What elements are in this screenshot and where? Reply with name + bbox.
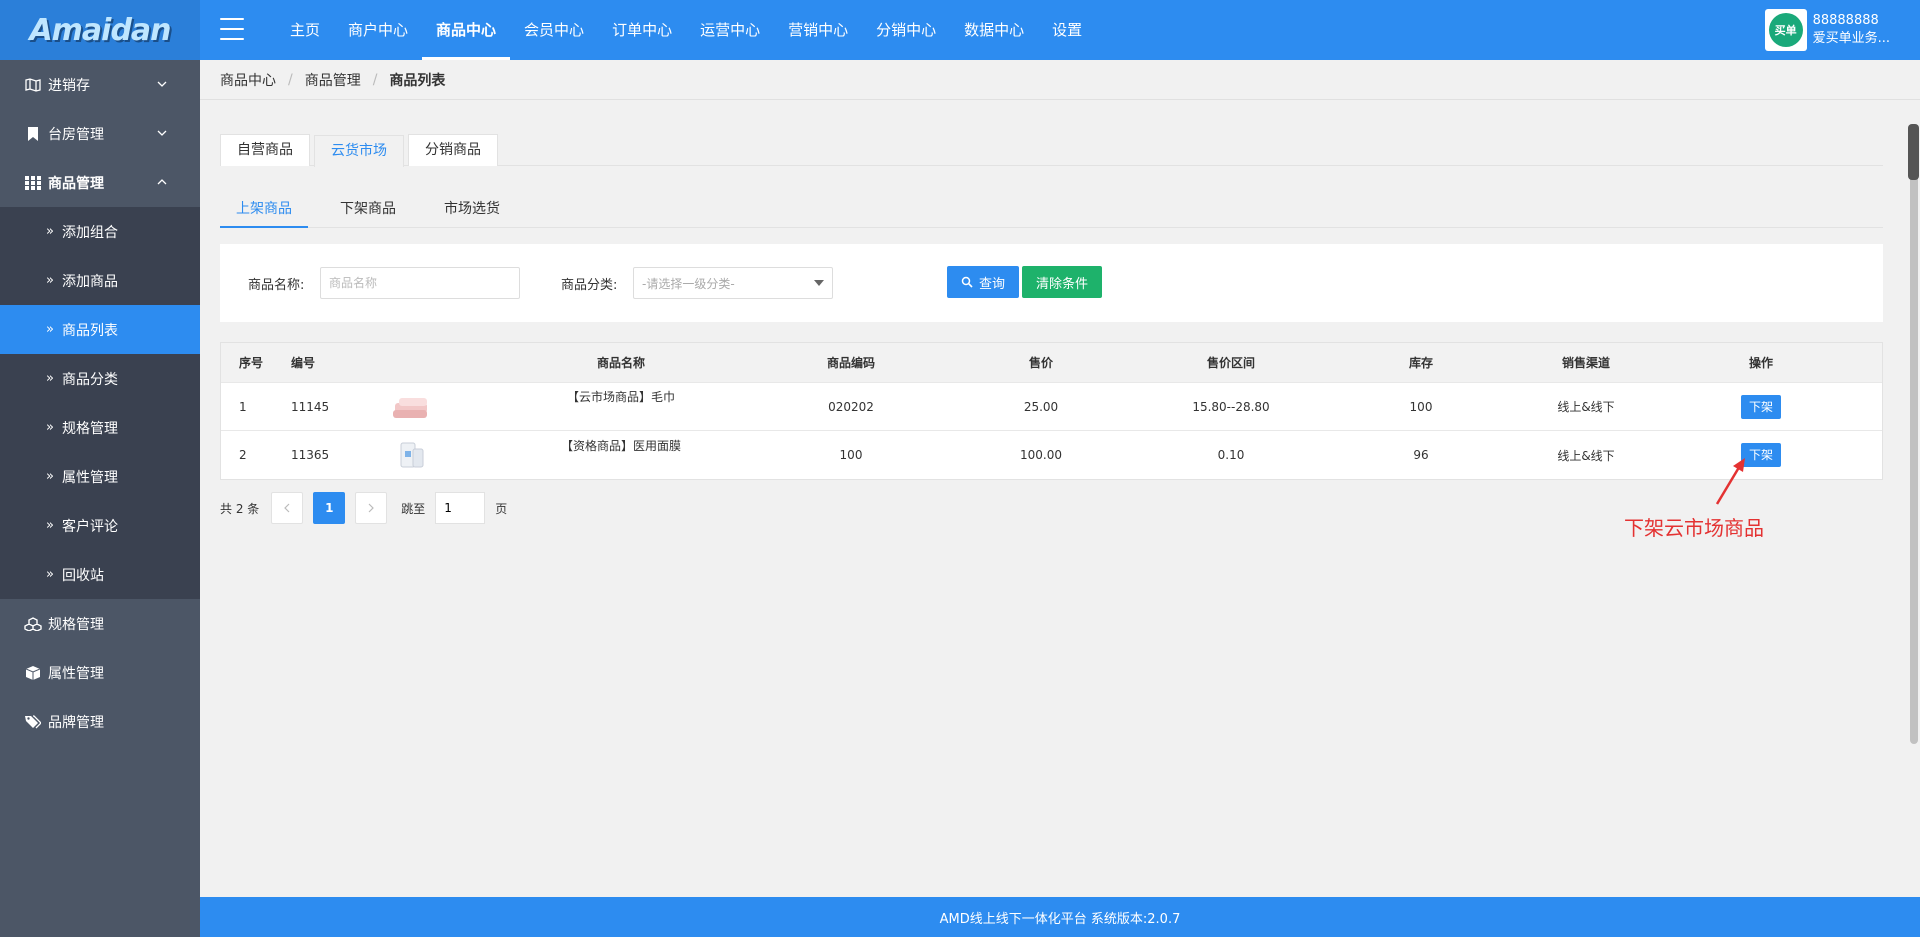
double-chevron-icon: » <box>46 224 54 239</box>
goods-table: 序号 编号 商品名称 商品编码 售价 售价区间 库存 销售渠道 操作 1 111… <box>220 342 1883 480</box>
double-chevron-icon: » <box>46 322 54 337</box>
nav-order[interactable]: 订单中心 <box>598 0 686 60</box>
nav-operation[interactable]: 运营中心 <box>686 0 774 60</box>
double-chevron-icon: » <box>46 273 54 288</box>
caret-down-icon <box>814 280 824 286</box>
sidebar-submenu: » 添加组合 » 添加商品 » 商品列表 » 商品分类 » 规格管理 » 属性管理 » 客户评… <box>0 207 200 599</box>
category-select[interactable]: -请选择一级分类- <box>633 267 833 299</box>
tab-market-select[interactable]: 市场选货 <box>428 190 516 228</box>
sidebar-item-recycle[interactable]: » 回收站 <box>0 550 200 599</box>
tab-on-shelf[interactable]: 上架商品 <box>220 190 308 228</box>
double-chevron-icon: » <box>46 420 54 435</box>
nav-home[interactable]: 主页 <box>276 0 334 60</box>
sidebar-item-room[interactable]: 台房管理 <box>0 109 200 158</box>
filter-panel: 商品名称: 商品分类: -请选择一级分类- 查询 清除条件 <box>220 244 1883 322</box>
nav-marketing[interactable]: 营销中心 <box>774 0 862 60</box>
tags-icon <box>24 713 42 731</box>
nav-data[interactable]: 数据中心 <box>950 0 1038 60</box>
tab-off-shelf[interactable]: 下架商品 <box>324 190 412 228</box>
nav-settings[interactable]: 设置 <box>1038 0 1096 60</box>
main-content: 自营商品 云货市场 分销商品 上架商品 下架商品 市场选货 商品名称: 商品分类… <box>220 134 1883 524</box>
towel-thumbnail[interactable] <box>391 393 431 421</box>
primary-tabs: 自营商品 云货市场 分销商品 <box>220 134 1883 167</box>
map-icon <box>24 76 42 94</box>
sidebar-item-spec-manage[interactable]: » 规格管理 <box>0 403 200 452</box>
table-row: 1 11145 【云市场商品】毛巾 020202 25.00 15.80--28… <box>221 383 1882 431</box>
user-name: 爱买单业务... <box>1812 31 1890 46</box>
jump-page-input[interactable] <box>435 492 486 524</box>
off-shelf-button[interactable]: 下架 <box>1740 394 1781 419</box>
prev-page-button[interactable] <box>271 492 304 524</box>
sidebar-item-attr[interactable]: 属性管理 <box>0 648 200 697</box>
breadcrumb-goods-list: 商品列表 <box>389 72 446 89</box>
breadcrumb-goods-manage[interactable]: 商品管理 <box>305 70 361 90</box>
double-chevron-icon: » <box>46 371 54 386</box>
chevron-down-icon <box>154 125 170 141</box>
tab-cloud-market[interactable]: 云货市场 <box>314 135 404 167</box>
page-number[interactable]: 1 <box>313 492 346 524</box>
table-header: 序号 编号 商品名称 商品编码 售价 售价区间 库存 销售渠道 操作 <box>221 343 1882 383</box>
nav-member[interactable]: 会员中心 <box>510 0 598 60</box>
table-row: 2 11365 【资格商品】医用面膜 100 100.00 0.10 96 线上… <box>221 431 1882 479</box>
double-chevron-icon: » <box>46 567 54 582</box>
tab-distribution-goods[interactable]: 分销商品 <box>408 134 498 166</box>
top-bar: Amaidan 主页 商户中心 商品中心 会员中心 订单中心 运营中心 营销中心… <box>0 0 1920 60</box>
sidebar-item-goods-manage[interactable]: 商品管理 <box>0 158 200 207</box>
chevron-right-icon <box>368 503 375 513</box>
breadcrumb-goods-center[interactable]: 商品中心 <box>220 70 276 90</box>
cube-icon <box>24 664 42 682</box>
sidebar-item-goods-list[interactable]: » 商品列表 <box>0 305 200 354</box>
top-nav: 主页 商户中心 商品中心 会员中心 订单中心 运营中心 营销中心 分销中心 数据… <box>276 0 1096 60</box>
mask-thumbnail[interactable] <box>391 441 431 469</box>
sidebar-item-reviews[interactable]: » 客户评论 <box>0 501 200 550</box>
vertical-scrollbar[interactable] <box>1907 120 1920 897</box>
nav-merchant[interactable]: 商户中心 <box>334 0 422 60</box>
nav-goods[interactable]: 商品中心 <box>422 0 511 60</box>
nav-distribution[interactable]: 分销中心 <box>862 0 950 60</box>
tab-self-goods[interactable]: 自营商品 <box>220 134 310 166</box>
annotation-text: 下架云市场商品 <box>1624 516 1764 540</box>
chevron-left-icon <box>284 503 290 513</box>
footer: AMD线上线下一体化平台 系统版本:2.0.7 <box>200 897 1920 937</box>
user-menu[interactable]: 买单 88888888 爱买单业务... <box>1764 8 1890 52</box>
total-count: 共 2 条 <box>220 501 260 516</box>
sidebar: 进销存 台房管理 商品管理 » 添加组合 » 添加商品 » 商品列表 » 商品分类 » 规… <box>0 60 200 937</box>
secondary-tabs: 上架商品 下架商品 市场选货 <box>220 190 1883 228</box>
name-filter-label: 商品名称: <box>248 278 305 293</box>
goods-name-input[interactable] <box>320 267 520 299</box>
menu-toggle-icon[interactable] <box>220 18 244 40</box>
sidebar-item-inventory[interactable]: 进销存 <box>0 60 200 109</box>
sidebar-item-attr-manage[interactable]: » 属性管理 <box>0 452 200 501</box>
page-suffix: 页 <box>495 501 508 516</box>
clear-filter-button[interactable]: 清除条件 <box>1022 266 1102 298</box>
grid-icon <box>24 174 42 192</box>
sidebar-item-goods-category[interactable]: » 商品分类 <box>0 354 200 403</box>
double-chevron-icon: » <box>46 518 54 533</box>
chevron-down-icon <box>154 76 170 92</box>
user-account: 88888888 <box>1812 13 1879 28</box>
sidebar-item-brand[interactable]: 品牌管理 <box>0 697 200 746</box>
search-button[interactable]: 查询 <box>947 266 1019 298</box>
avatar: 买单 <box>1764 9 1807 51</box>
next-page-button[interactable] <box>355 492 388 524</box>
double-chevron-icon: » <box>46 469 54 484</box>
annotation-arrow-icon <box>1715 458 1745 505</box>
chevron-up-icon <box>154 174 170 190</box>
search-icon <box>961 276 973 288</box>
breadcrumb: 商品中心 / 商品管理 / 商品列表 <box>200 60 1920 100</box>
bookmark-icon <box>24 125 42 143</box>
logo[interactable]: Amaidan <box>0 0 200 60</box>
sidebar-item-add-combo[interactable]: » 添加组合 <box>0 207 200 256</box>
cubes-icon <box>24 615 42 633</box>
category-filter-label: 商品分类: <box>561 278 618 293</box>
jump-label: 跳至 <box>401 501 426 516</box>
sidebar-item-add-goods[interactable]: » 添加商品 <box>0 256 200 305</box>
sidebar-item-spec[interactable]: 规格管理 <box>0 599 200 648</box>
scrollbar-thumb[interactable] <box>1908 124 1919 180</box>
